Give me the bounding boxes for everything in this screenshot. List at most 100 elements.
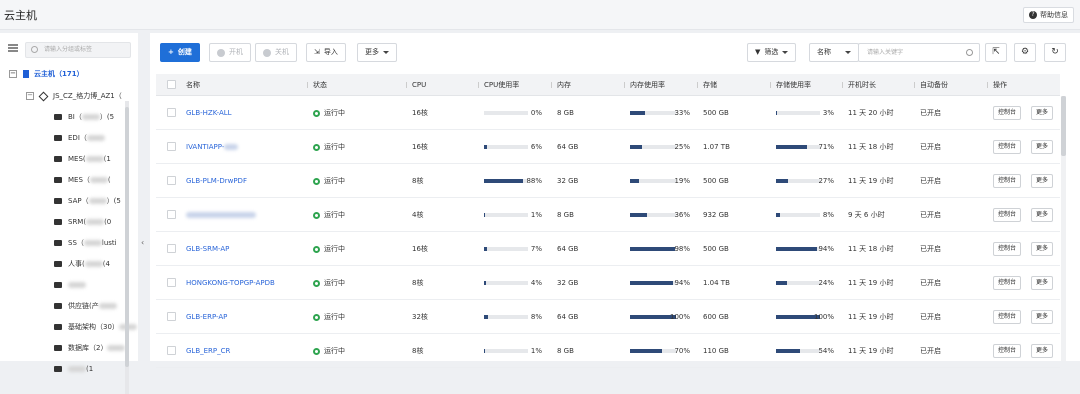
row-more-button[interactable]: 更多 (1031, 242, 1053, 256)
chevron-down-icon (845, 51, 851, 54)
console-button[interactable]: 控制台 (993, 242, 1021, 256)
sidebar-collapse-handle[interactable]: ‹ (138, 33, 150, 361)
redacted-text (186, 212, 256, 218)
tree-node-label: SRM( (68, 215, 86, 229)
row-checkbox[interactable] (167, 108, 176, 117)
row-checkbox[interactable] (167, 346, 176, 355)
tree-node[interactable]: 供应链(产 (54, 299, 117, 313)
page-title: 云主机 (4, 7, 37, 23)
more-button[interactable]: 更多 (357, 43, 397, 62)
tree-node[interactable]: 数据库（2） (54, 341, 125, 355)
console-button[interactable]: 控制台 (993, 310, 1021, 324)
instance-name-link[interactable]: HONGKONG-TOPGP-APDB (186, 266, 275, 300)
tree-node[interactable]: SS（lusti (54, 236, 117, 250)
status-label: 运行中 (324, 96, 345, 130)
row-more-button[interactable]: 更多 (1031, 310, 1053, 324)
tree-node[interactable]: BI（）(5 (54, 110, 114, 124)
console-button[interactable]: 控制台 (993, 276, 1021, 290)
instance-name-link[interactable]: GLB_ERP_CR (186, 334, 230, 368)
running-status-icon (313, 314, 320, 321)
instance-name-link[interactable] (186, 198, 256, 232)
console-button[interactable]: 控制台 (993, 140, 1021, 154)
column-header[interactable]: 内存使用率 (630, 74, 665, 96)
row-more-button[interactable]: 更多 (1031, 276, 1053, 290)
column-divider (478, 82, 481, 88)
usage-percent: 88% (512, 164, 542, 198)
tree-node[interactable]: −云主机（171） (9, 67, 84, 81)
storage-size: 600 GB (703, 300, 729, 334)
stop-button[interactable]: 关机 (255, 43, 297, 62)
tree-node[interactable]: 人事((4 (54, 257, 110, 271)
instance-name-link[interactable]: GLB-SRM-AP (186, 232, 229, 266)
column-header[interactable]: CPU (412, 74, 426, 96)
tree-node[interactable]: EDI（ (54, 131, 105, 145)
table-scrollbar[interactable] (1061, 96, 1066, 361)
row-checkbox[interactable] (167, 142, 176, 151)
row-checkbox[interactable] (167, 210, 176, 219)
create-button[interactable]: +创建 (160, 43, 200, 62)
column-header[interactable]: 自动备份 (920, 74, 948, 96)
row-checkbox[interactable] (167, 244, 176, 253)
search-field-select[interactable]: 名称 (809, 43, 859, 62)
instance-name-link[interactable]: GLB-HZK-ALL (186, 96, 232, 130)
folder-icon (54, 366, 62, 372)
instance-name-link[interactable]: IVANTIAPP- (186, 130, 238, 164)
folder-icon (54, 219, 62, 225)
sidebar-scrollbar[interactable] (125, 101, 129, 394)
folder-icon (54, 156, 62, 162)
table-row: HONGKONG-TOPGP-APDB运行中8核32 GB1.04 TB11 天… (156, 266, 1060, 300)
column-header[interactable]: 存储使用率 (776, 74, 811, 96)
tree-node[interactable]: SRM((0 (54, 215, 111, 229)
column-header[interactable]: 存储 (703, 74, 717, 96)
row-checkbox[interactable] (167, 176, 176, 185)
row-more-button[interactable]: 更多 (1031, 174, 1053, 188)
tree-node-label: EDI（ (68, 131, 87, 145)
group-search-input[interactable]: 请输入分组或标签 (25, 42, 131, 58)
row-more-button[interactable]: 更多 (1031, 208, 1053, 222)
memory-size: 8 GB (557, 198, 574, 232)
column-header[interactable]: CPU使用率 (484, 74, 519, 96)
console-button[interactable]: 控制台 (993, 208, 1021, 222)
row-checkbox[interactable] (167, 312, 176, 321)
collapse-toggle-icon[interactable]: − (26, 92, 34, 100)
usage-bar-fill (630, 349, 662, 353)
filter-button[interactable]: ▼筛选 (747, 43, 796, 62)
row-more-button[interactable]: 更多 (1031, 344, 1053, 358)
collapse-toggle-icon[interactable]: − (9, 70, 17, 78)
settings-button[interactable]: ⚙ (1014, 43, 1036, 62)
chevron-down-icon (383, 51, 389, 54)
instance-name-link[interactable]: GLB-PLM-DrwPDF (186, 164, 247, 198)
help-button[interactable]: ? 帮助信息 (1023, 7, 1074, 23)
column-header[interactable]: 开机时长 (848, 74, 876, 96)
running-status-icon (313, 110, 320, 117)
table-row: GLB-PLM-DrwPDF运行中8核32 GB500 GB11 天 19 小时… (156, 164, 1060, 198)
console-button[interactable]: 控制台 (993, 174, 1021, 188)
refresh-button[interactable]: ↻ (1044, 43, 1066, 62)
column-header[interactable]: 名称 (186, 74, 200, 96)
storage-size: 500 GB (703, 232, 729, 266)
status-label: 运行中 (324, 334, 345, 368)
row-more-button[interactable]: 更多 (1031, 140, 1053, 154)
building-icon (23, 70, 29, 78)
console-button[interactable]: 控制台 (993, 344, 1021, 358)
column-header[interactable]: 操作 (993, 74, 1007, 96)
column-header[interactable]: 内存 (557, 74, 571, 96)
tree-node[interactable] (54, 278, 86, 292)
column-header[interactable]: 状态 (313, 74, 327, 96)
row-more-button[interactable]: 更多 (1031, 106, 1053, 120)
start-button[interactable]: 开机 (209, 43, 251, 62)
keyword-search-input[interactable]: 请输入关键字 (858, 43, 980, 62)
instance-name-link[interactable]: GLB-ERP-AP (186, 300, 227, 334)
tree-node[interactable]: MES((1 (54, 152, 111, 166)
export-button[interactable]: ⇱ (985, 43, 1007, 62)
list-toggle-icon[interactable] (8, 43, 18, 53)
tree-node[interactable]: SAP（）(5 (54, 194, 121, 208)
console-button[interactable]: 控制台 (993, 106, 1021, 120)
tree-node[interactable]: (1 (54, 362, 93, 376)
tree-node[interactable]: MES（( (54, 173, 111, 187)
tree-node[interactable]: −JS_CZ_格力博_AZ1（ (26, 89, 122, 103)
row-checkbox[interactable] (167, 278, 176, 287)
uptime: 11 天 19 小时 (848, 266, 894, 300)
import-button[interactable]: ⇲导入 (306, 43, 346, 62)
select-all-checkbox[interactable] (167, 80, 176, 89)
